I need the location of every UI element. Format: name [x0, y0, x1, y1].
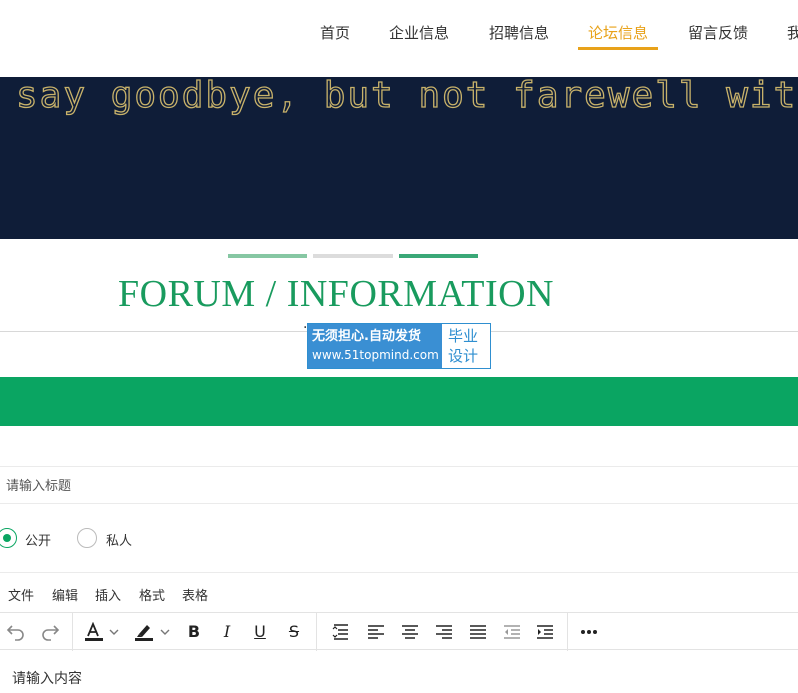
nav-item-me[interactable]: 我: [787, 22, 798, 48]
watermark-line2: www.51topmind.com: [312, 348, 439, 362]
nav-active-underline: [578, 47, 658, 50]
line-height-icon[interactable]: [329, 621, 353, 643]
watermark-right: 毕业设计: [448, 327, 479, 365]
heading-bar-right: [399, 254, 478, 258]
editor-toolbar: B I U S: [0, 612, 798, 651]
nav-item-recruitment[interactable]: 招聘信息: [489, 22, 549, 48]
redo-icon[interactable]: [38, 621, 62, 643]
radio-public-label[interactable]: 公开: [25, 530, 51, 549]
banner-slogan: say goodbye, but not farewell with y: [15, 77, 798, 117]
indent-icon[interactable]: [533, 621, 557, 643]
form-line-top: [0, 466, 798, 467]
bold-icon[interactable]: B: [182, 621, 206, 643]
align-right-icon[interactable]: [432, 621, 456, 643]
editor-menu-edit[interactable]: 编辑: [52, 585, 78, 604]
watermark-badge: 无须担心.自动发货 www.51topmind.com 毕业设计: [307, 323, 491, 369]
radio-private-label[interactable]: 私人: [106, 530, 132, 549]
heading-bar-middle: [313, 254, 393, 258]
highlight-icon[interactable]: [132, 621, 156, 643]
underline-icon[interactable]: U: [248, 621, 272, 643]
editor-content[interactable]: 请输入内容: [12, 668, 82, 688]
highlight-dropdown-icon[interactable]: [157, 621, 173, 643]
italic-icon[interactable]: I: [215, 621, 239, 643]
text-color-dropdown-icon[interactable]: [106, 621, 122, 643]
strikethrough-icon[interactable]: S: [282, 621, 306, 643]
align-left-icon[interactable]: [364, 621, 388, 643]
more-icon[interactable]: [577, 621, 601, 643]
toolbar-separator: [72, 613, 73, 651]
text-color-icon[interactable]: [82, 621, 106, 643]
radio-public[interactable]: [0, 528, 17, 548]
justify-icon[interactable]: [466, 621, 490, 643]
toolbar-separator: [567, 613, 568, 651]
nav-item-home[interactable]: 首页: [320, 22, 350, 48]
watermark-left: 无须担心.自动发货 www.51topmind.com: [308, 324, 442, 368]
nav-item-company-info[interactable]: 企业信息: [389, 22, 449, 48]
heading-bar-left: [228, 254, 307, 258]
align-center-icon[interactable]: [398, 621, 422, 643]
green-band: [0, 377, 798, 426]
watermark-line1: 无须担心.自动发货: [312, 329, 421, 344]
outdent-icon[interactable]: [500, 621, 524, 643]
form-line-title: [0, 503, 798, 504]
nav-item-feedback[interactable]: 留言反馈: [688, 22, 748, 48]
title-input[interactable]: [6, 474, 766, 498]
nav-item-forum[interactable]: 论坛信息: [588, 22, 648, 48]
editor-menu-table[interactable]: 表格: [182, 585, 208, 604]
form-line-visibility: [0, 572, 798, 573]
editor-menu-format[interactable]: 格式: [139, 585, 165, 604]
editor-menu-insert[interactable]: 插入: [95, 585, 121, 604]
hero-banner: say goodbye, but not farewell with y: [0, 77, 798, 239]
section-title: FORUM / INFORMATION: [118, 273, 554, 315]
toolbar-separator: [316, 613, 317, 651]
editor-menu-file[interactable]: 文件: [8, 585, 34, 604]
undo-icon[interactable]: [4, 621, 28, 643]
radio-private[interactable]: [77, 528, 97, 548]
top-nav: 首页 企业信息 招聘信息 论坛信息 留言反馈 我: [0, 0, 798, 77]
